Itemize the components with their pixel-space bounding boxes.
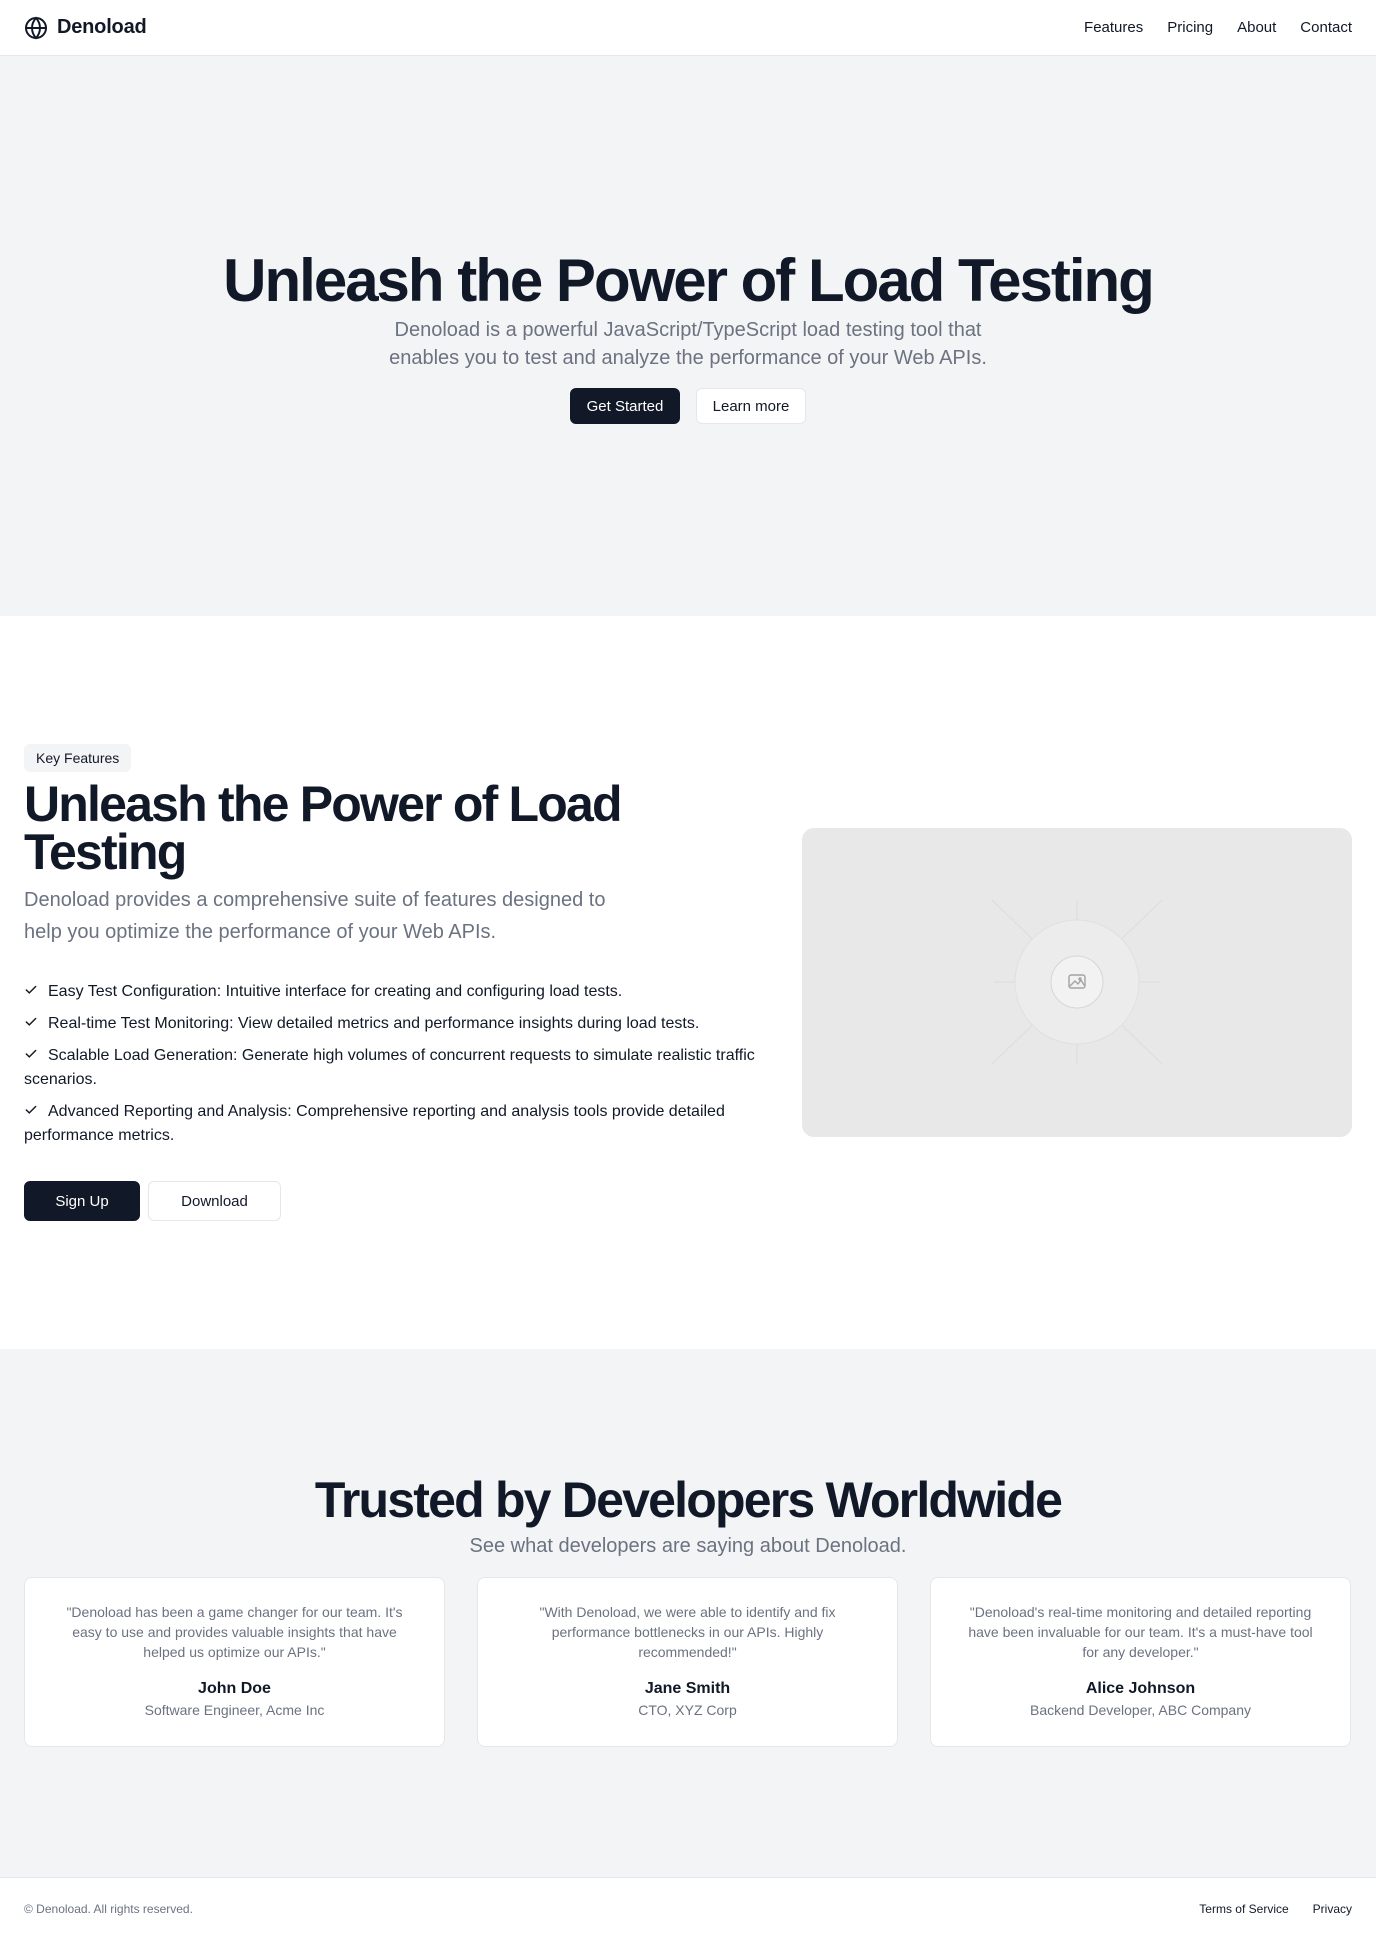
sign-up-button[interactable]: Sign Up [24,1181,140,1221]
check-icon [25,1105,37,1114]
testimonial-card: "Denoload has been a game changer for ou… [24,1577,445,1747]
site-header: Denoload Features Pricing About Contact [0,0,1376,56]
feature-text: Scalable Load Generation: Generate high … [24,1047,755,1088]
key-features-badge: Key Features [24,744,132,772]
feature-list: Easy Test Configuration: Intuitive inter… [24,980,764,1156]
testimonials-section: Trusted by Developers Worldwide See what… [0,1349,1376,1877]
check-icon [25,985,37,994]
testimonial-role: Backend Developer, ABC Company [1029,1702,1251,1718]
brand[interactable]: Denoload [24,16,147,40]
testimonial-name: Jane Smith [644,1680,731,1697]
image-placeholder-icon [991,899,1163,1065]
learn-more-button[interactable]: Learn more [696,388,806,424]
hero-buttons: Get Started Learn more [0,388,1376,424]
site-footer: © Denoload. All rights reserved. Terms o… [0,1877,1376,1940]
testimonial-card: "With Denoload, we were able to identify… [477,1577,898,1747]
footer-links: Terms of Service Privacy [1199,1902,1352,1916]
feature-text: Real-time Test Monitoring: View detailed… [48,1015,700,1032]
testimonial-card: "Denoload's real-time monitoring and det… [930,1577,1351,1747]
testimonials-title: Trusted by Developers Worldwide [314,1472,1063,1528]
testimonial-quote: "Denoload's real-time monitoring and det… [968,1604,1313,1660]
copyright-text: © Denoload. All rights reserved. [24,1902,193,1916]
download-button[interactable]: Download [148,1181,281,1221]
features-section: Key Features Unleash the Power of Load T… [0,616,1376,1349]
nav-features[interactable]: Features [1084,19,1143,36]
hero-section: Unleash the Power of Load Testing Denolo… [0,56,1376,616]
feature-item: Advanced Reporting and Analysis: Compreh… [24,1100,764,1148]
privacy-link[interactable]: Privacy [1313,1902,1352,1916]
feature-item: Real-time Test Monitoring: View detailed… [24,1012,764,1036]
feature-item: Easy Test Configuration: Intuitive inter… [24,980,764,1004]
terms-link[interactable]: Terms of Service [1199,1902,1288,1916]
testimonial-quote: "Denoload has been a game changer for ou… [66,1604,403,1660]
feature-item: Scalable Load Generation: Generate high … [24,1044,764,1092]
main-nav: Features Pricing About Contact [1084,19,1352,36]
testimonial-quote: "With Denoload, we were able to identify… [539,1604,836,1660]
testimonial-name: Alice Johnson [1085,1680,1196,1697]
features-title: Unleash the Power of Load Testing [24,776,623,880]
get-started-button[interactable]: Get Started [570,388,680,424]
brand-name: Denoload [57,16,147,38]
testimonials-subtitle: See what developers are saying about Den… [469,1535,907,1557]
testimonial-role: CTO, XYZ Corp [638,1702,737,1718]
testimonial-role: Software Engineer, Acme Inc [144,1702,325,1718]
feature-image-placeholder [802,828,1352,1137]
check-icon [25,1049,37,1058]
hero-title: Unleash the Power of Load Testing [223,247,1155,314]
hero-subtitle: Denoload is a powerful JavaScript/TypeSc… [389,319,987,369]
features-subtitle: Denoload provides a comprehensive suite … [24,889,606,943]
testimonial-cards: "Denoload has been a game changer for ou… [24,1577,1352,1747]
globe-icon [25,16,47,39]
check-icon [25,1017,37,1026]
nav-contact[interactable]: Contact [1300,19,1352,36]
features-buttons: Sign Up Download [24,1181,281,1221]
nav-about[interactable]: About [1237,19,1276,36]
nav-pricing[interactable]: Pricing [1167,19,1213,36]
feature-text: Easy Test Configuration: Intuitive inter… [48,983,623,1000]
testimonial-name: John Doe [198,1680,271,1697]
feature-text: Advanced Reporting and Analysis: Compreh… [24,1103,725,1144]
